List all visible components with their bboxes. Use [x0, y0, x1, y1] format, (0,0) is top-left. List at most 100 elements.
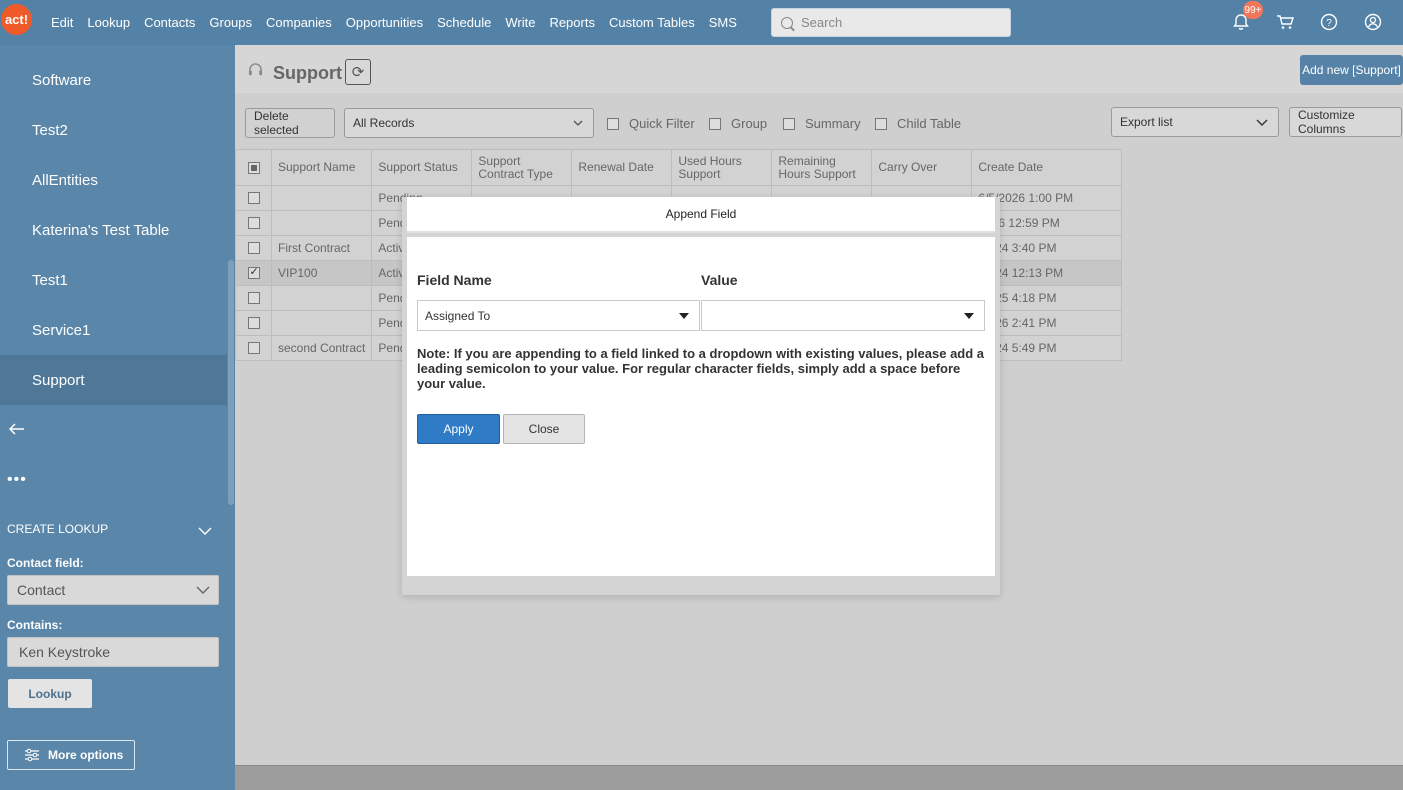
- add-new-support-button[interactable]: Add new [Support]: [1300, 55, 1403, 85]
- menu-custom-tables[interactable]: Custom Tables: [602, 15, 702, 30]
- chevron-down-icon: [196, 586, 210, 594]
- cart-icon[interactable]: [1275, 12, 1295, 32]
- row-checkbox[interactable]: [235, 310, 272, 336]
- customize-columns-button[interactable]: Customize Columns: [1289, 107, 1402, 137]
- checkbox-box: [247, 192, 260, 204]
- append-field-dialog: Append Field Field Name Value Assigned T…: [402, 197, 1000, 595]
- delete-selected-button[interactable]: Delete selected: [245, 108, 335, 138]
- sidebar-item-test2[interactable]: Test2: [0, 105, 227, 155]
- contact-field-value: Contact: [17, 582, 66, 598]
- child-table-checkbox[interactable]: Child Table: [875, 116, 961, 131]
- more-options-button[interactable]: More options: [7, 740, 135, 770]
- support-name-cell: [270, 210, 373, 236]
- contains-value: Ken Keystroke: [19, 644, 111, 660]
- support-name-cell: First Contract: [270, 235, 373, 261]
- dialog-title: Append Field: [407, 197, 995, 233]
- sidebar-item-allentities[interactable]: AllEntities: [0, 155, 227, 205]
- menu-groups[interactable]: Groups: [202, 15, 259, 30]
- main-menu: Edit Lookup Contacts Groups Companies Op…: [44, 0, 744, 45]
- collapse-arrow-icon[interactable]: [8, 421, 26, 440]
- row-checkbox[interactable]: [235, 235, 272, 261]
- close-button[interactable]: Close: [503, 414, 585, 444]
- create-lookup-header[interactable]: CREATE LOOKUP: [7, 522, 108, 536]
- more-dots-icon[interactable]: •••: [7, 471, 27, 489]
- column-header[interactable]: Carry Over: [871, 149, 973, 186]
- column-header[interactable]: Support Contract Type: [471, 149, 573, 186]
- field-name-label: Field Name: [417, 272, 492, 288]
- support-name-cell: VIP100: [270, 260, 373, 286]
- menu-opportunities[interactable]: Opportunities: [339, 15, 430, 30]
- row-checkbox[interactable]: [235, 335, 272, 361]
- sidebar-item-software[interactable]: Software: [0, 55, 227, 105]
- menu-sms[interactable]: SMS: [702, 15, 744, 30]
- checkbox-box: [875, 117, 887, 130]
- help-icon[interactable]: ?: [1319, 12, 1339, 32]
- checkbox-box: [783, 117, 795, 130]
- export-list-value: Export list: [1120, 115, 1173, 129]
- value-select[interactable]: [701, 300, 985, 331]
- row-checkbox[interactable]: [235, 260, 272, 286]
- support-name-cell: second Contract: [270, 335, 373, 361]
- sidebar-item-katerinas-test-table[interactable]: Katerina's Test Table: [0, 205, 227, 255]
- column-header[interactable]: Support Status: [371, 149, 473, 186]
- search-input[interactable]: Search: [771, 8, 1011, 37]
- field-name-value: Assigned To: [425, 308, 491, 323]
- chevron-down-icon[interactable]: [198, 524, 212, 539]
- contains-input[interactable]: Ken Keystroke: [7, 637, 219, 667]
- user-account-icon[interactable]: [1363, 12, 1383, 32]
- quick-filter-checkbox[interactable]: Quick Filter: [607, 116, 695, 131]
- menu-edit[interactable]: Edit: [44, 15, 80, 30]
- support-name-cell: [270, 310, 373, 336]
- table-header-row: Support Name Support Status Support Cont…: [235, 149, 1123, 186]
- menu-companies[interactable]: Companies: [259, 15, 339, 30]
- sidebar-item-support[interactable]: Support: [0, 355, 227, 405]
- checkbox-box: [247, 265, 260, 279]
- checkbox-box: [247, 217, 260, 229]
- column-header[interactable]: Create Date: [971, 149, 1123, 186]
- menu-reports[interactable]: Reports: [542, 15, 602, 30]
- menu-contacts[interactable]: Contacts: [137, 15, 202, 30]
- field-name-select[interactable]: Assigned To: [417, 300, 700, 331]
- menu-lookup[interactable]: Lookup: [80, 15, 137, 30]
- refresh-button[interactable]: ⟳: [345, 59, 371, 85]
- search-icon: [781, 16, 793, 29]
- act-logo[interactable]: act!: [1, 4, 32, 35]
- lookup-button[interactable]: Lookup: [8, 679, 92, 708]
- export-list-select[interactable]: Export list: [1111, 107, 1279, 137]
- group-label: Group: [731, 116, 768, 131]
- footer-bar: [235, 765, 1403, 790]
- menu-write[interactable]: Write: [498, 15, 542, 30]
- column-header[interactable]: Renewal Date: [571, 149, 673, 186]
- page-header: Support ⟳ Add new [Support]: [235, 45, 1403, 93]
- dialog-body: Field Name Value Assigned To Note: If yo…: [407, 237, 995, 576]
- apply-button[interactable]: Apply: [417, 414, 500, 444]
- row-checkbox[interactable]: [235, 185, 272, 211]
- contact-field-label: Contact field:: [7, 556, 84, 570]
- row-checkbox[interactable]: [235, 285, 272, 311]
- group-checkbox[interactable]: Group: [709, 116, 767, 131]
- more-options-label: More options: [48, 748, 124, 762]
- column-header[interactable]: Support Name: [270, 149, 373, 186]
- append-note: Note: If you are appending to a field li…: [417, 346, 985, 391]
- sidebar-item-test1[interactable]: Test1: [0, 255, 227, 305]
- contact-field-select[interactable]: Contact: [7, 575, 219, 605]
- summary-checkbox[interactable]: Summary: [783, 116, 861, 131]
- child-table-label: Child Table: [897, 116, 962, 131]
- column-header[interactable]: Used Hours Support: [671, 149, 773, 186]
- sidebar-scrollbar[interactable]: [228, 260, 234, 505]
- menu-schedule[interactable]: Schedule: [430, 15, 498, 30]
- sidebar-item-service1[interactable]: Service1: [0, 305, 227, 355]
- column-header[interactable]: Remaining Hours Support: [771, 149, 873, 186]
- support-name-cell: [270, 285, 373, 311]
- records-filter-value: All Records: [353, 116, 415, 130]
- select-all-checkbox[interactable]: [235, 149, 272, 186]
- notification-badge: 99+: [1243, 1, 1263, 19]
- checkbox-box: [247, 242, 260, 254]
- support-name-cell: [270, 185, 373, 211]
- contains-label: Contains:: [7, 618, 63, 632]
- records-filter-select[interactable]: All Records: [344, 108, 594, 138]
- row-checkbox[interactable]: [235, 210, 272, 236]
- refresh-icon: ⟳: [351, 64, 365, 81]
- caret-down-icon: [679, 313, 689, 319]
- caret-down-icon: [964, 313, 974, 319]
